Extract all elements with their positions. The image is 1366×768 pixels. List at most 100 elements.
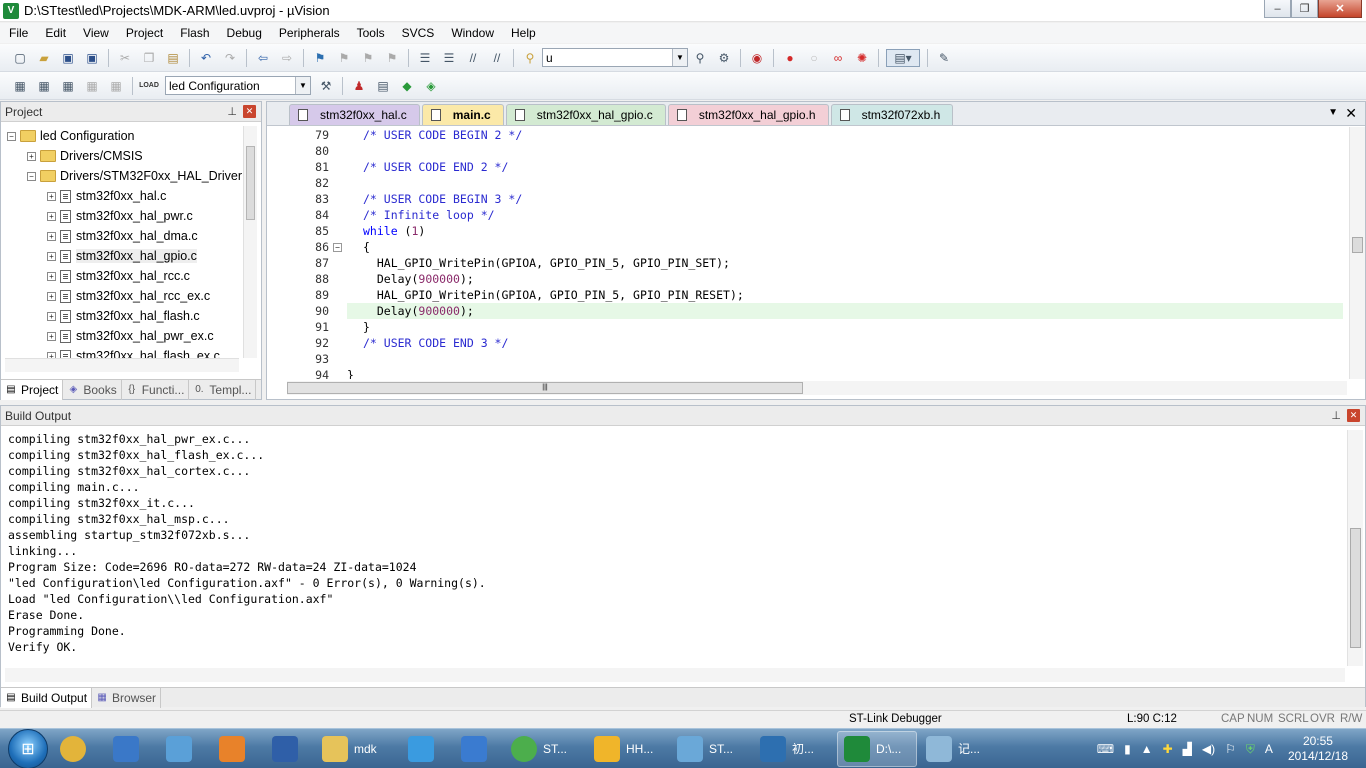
copy-icon[interactable]: ❐: [140, 49, 158, 67]
nav-forward-icon[interactable]: ⇨: [278, 49, 296, 67]
file-extensions-icon[interactable]: ▤: [374, 77, 392, 95]
pin-icon[interactable]: ⊥: [227, 105, 237, 118]
stop-build-icon[interactable]: ▦: [107, 77, 125, 95]
expand-icon[interactable]: +: [27, 151, 36, 161]
taskbar-app[interactable]: ST...: [671, 731, 751, 767]
nav-back-icon[interactable]: ⇦: [254, 49, 272, 67]
save-icon[interactable]: ▣: [59, 49, 77, 67]
tab-project[interactable]: ▤ Project: [1, 379, 64, 400]
taskbar-app[interactable]: ST...: [505, 731, 585, 767]
editor-tab-active[interactable]: main.c: [421, 104, 504, 125]
menu-help[interactable]: Help: [502, 23, 544, 43]
manage-project-icon[interactable]: ♟: [350, 77, 368, 95]
target-options-icon[interactable]: ⚒: [317, 77, 335, 95]
expand-icon[interactable]: +: [47, 191, 56, 201]
taskbar-app[interactable]: 记...: [920, 731, 1000, 767]
fold-icon[interactable]: −: [333, 242, 342, 252]
configure-icon[interactable]: ⚙: [715, 49, 733, 67]
load-flash-icon[interactable]: LOAD: [139, 77, 159, 95]
menu-view[interactable]: View: [74, 23, 117, 43]
taskbar-app[interactable]: [51, 731, 101, 767]
tree-item-file[interactable]: + stm32f0xx_hal_gpio.c: [5, 246, 243, 266]
taskbar-app[interactable]: [263, 731, 313, 767]
scrollbar-thumb[interactable]: [1350, 528, 1361, 648]
redo-icon[interactable]: ↷: [221, 49, 239, 67]
tab-books[interactable]: ◈ Books: [63, 379, 122, 400]
menu-file[interactable]: File: [0, 23, 36, 43]
wrench-icon[interactable]: ✎: [935, 49, 953, 67]
network-icon[interactable]: ▟: [1183, 742, 1192, 756]
target-combo[interactable]: led Configuration ▼: [165, 76, 311, 95]
tab-list-dropdown-icon[interactable]: ▼: [1328, 107, 1338, 118]
action-center-icon[interactable]: ⚐: [1225, 742, 1236, 756]
paste-icon[interactable]: ▤: [164, 49, 182, 67]
editor-horizontal-scrollbar[interactable]: |||: [287, 381, 1347, 395]
collapse-icon[interactable]: −: [27, 171, 36, 181]
tree-item-root[interactable]: − led Configuration: [5, 126, 243, 146]
open-file-icon[interactable]: ▰: [35, 49, 53, 67]
menu-window[interactable]: Window: [442, 23, 502, 43]
taskbar-app-mdk[interactable]: mdk: [316, 731, 396, 767]
bookmark-clear-icon[interactable]: ⚑: [383, 49, 401, 67]
enable-breakpoint-icon[interactable]: ○: [805, 49, 823, 67]
tab-build-output[interactable]: ▤ Build Output: [1, 687, 93, 708]
chevron-down-icon[interactable]: ▼: [672, 49, 687, 66]
undo-icon[interactable]: ↶: [197, 49, 215, 67]
scrollbar-thumb[interactable]: [1352, 237, 1363, 253]
tree-item-file[interactable]: + stm32f0xx_hal_flash_ex.c: [5, 346, 243, 358]
tree-item-file[interactable]: + stm32f0xx_hal_rcc_ex.c: [5, 286, 243, 306]
tree-item-file[interactable]: + stm32f0xx_hal_pwr_ex.c: [5, 326, 243, 346]
close-button[interactable]: ✕: [1318, 0, 1362, 18]
cut-icon[interactable]: ✂: [116, 49, 134, 67]
tree-item-file[interactable]: + stm32f0xx_hal_pwr.c: [5, 206, 243, 226]
menu-edit[interactable]: Edit: [36, 23, 74, 43]
taskbar-app[interactable]: 初...: [754, 731, 834, 767]
tab-browser[interactable]: ▦ Browser: [92, 687, 162, 708]
insert-breakpoint-icon[interactable]: ●: [781, 49, 799, 67]
build-vertical-scrollbar[interactable]: [1347, 430, 1363, 666]
build-output-text[interactable]: compiling stm32f0xx_hal_pwr_ex.c... comp…: [8, 431, 1344, 681]
close-icon[interactable]: ✕: [1347, 409, 1360, 422]
debug-session-icon[interactable]: ◉: [748, 49, 766, 67]
unindent-icon[interactable]: ☰: [440, 49, 458, 67]
editor-tab[interactable]: stm32f0xx_hal.c: [289, 104, 420, 125]
taskbar-app[interactable]: [157, 731, 207, 767]
comment-icon[interactable]: //: [464, 49, 482, 67]
taskbar-app[interactable]: [452, 731, 502, 767]
plus-icon[interactable]: ✚: [1163, 742, 1173, 756]
translate-icon[interactable]: ▦: [11, 77, 29, 95]
keyboard-icon[interactable]: ⌨: [1097, 742, 1114, 756]
menu-project[interactable]: Project: [117, 23, 171, 43]
find-combo[interactable]: u ▼: [542, 48, 688, 67]
incremental-find-icon[interactable]: ⚲: [691, 49, 709, 67]
tree-item-file[interactable]: + stm32f0xx_hal_flash.c: [5, 306, 243, 326]
code-area[interactable]: 79 /* USER CODE BEGIN 2 */ 80 81 /* USER…: [267, 127, 1351, 379]
tree-item-file[interactable]: + stm32f0xx_hal_rcc.c: [5, 266, 243, 286]
scrollbar-thumb[interactable]: |||: [287, 382, 803, 394]
expand-icon[interactable]: +: [47, 251, 56, 261]
tree-item-file[interactable]: + stm32f0xx_hal_dma.c: [5, 226, 243, 246]
close-icon[interactable]: ✕: [243, 105, 256, 118]
bookmark-icon[interactable]: ⚑: [311, 49, 329, 67]
run-time-env-icon[interactable]: ◈: [422, 77, 440, 95]
close-tab-icon[interactable]: ✕: [1345, 105, 1357, 122]
menu-svcs[interactable]: SVCS: [393, 23, 443, 43]
show-hidden-icons-icon[interactable]: ▲: [1141, 742, 1153, 756]
bookmark-next-icon[interactable]: ⚑: [359, 49, 377, 67]
menu-peripherals[interactable]: Peripherals: [270, 23, 348, 43]
find-in-files-icon[interactable]: ⚲: [521, 49, 539, 67]
tree-item-folder[interactable]: − Drivers/STM32F0xx_HAL_Driver: [5, 166, 243, 186]
uncomment-icon[interactable]: //: [488, 49, 506, 67]
scrollbar-thumb[interactable]: [246, 146, 255, 220]
taskbar-app[interactable]: HH...: [588, 731, 668, 767]
minimize-button[interactable]: –: [1264, 0, 1291, 18]
expand-icon[interactable]: +: [47, 231, 56, 241]
save-all-icon[interactable]: ▣: [83, 49, 101, 67]
build-horizontal-scrollbar[interactable]: [5, 668, 1345, 682]
indent-icon[interactable]: ☰: [416, 49, 434, 67]
expand-icon[interactable]: +: [47, 331, 56, 341]
language-icon[interactable]: A: [1265, 742, 1273, 756]
select-packs-icon[interactable]: ◆: [398, 77, 416, 95]
maximize-button[interactable]: ❐: [1291, 0, 1318, 18]
taskbar-app[interactable]: [399, 731, 449, 767]
